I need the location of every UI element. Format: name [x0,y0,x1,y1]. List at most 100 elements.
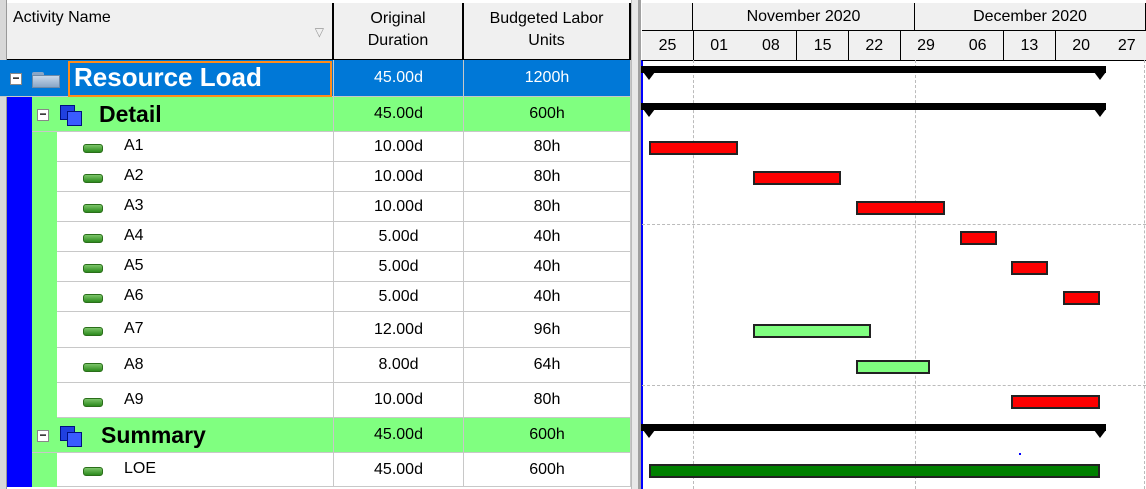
summary-finish-marker [1093,109,1106,117]
budgeted-labor-cell: 600h [464,453,631,487]
budgeted-labor-cell: 96h [464,312,631,348]
level-band [32,192,57,222]
collapse-toggle[interactable]: − [10,72,22,85]
level-band [32,222,57,252]
week-header: 01 [693,31,746,61]
budgeted-labor-cell: 80h [464,192,631,222]
activity-bar-a4[interactable] [959,231,997,245]
original-duration-cell: 45.00d [334,418,464,453]
summary-bar[interactable] [641,66,1106,73]
activity-name: Summary [101,421,206,448]
level-band [7,252,32,282]
level-band [32,162,57,192]
wbs-icon [60,425,82,447]
activity-name: A4 [124,227,144,244]
summary-start-marker [643,72,656,80]
task-icon [83,362,103,372]
original-duration-cell: 10.00d [334,383,464,418]
level-band [7,453,32,487]
table-row[interactable]: A1 10.00d 80h [0,132,631,162]
activity-bar-loe[interactable] [649,464,1100,478]
week-header: 22 [848,31,901,61]
table-row[interactable]: − Summary 45.00d 600h [0,418,631,453]
budgeted-labor-cell: 64h [464,348,631,383]
task-icon [83,467,103,476]
activity-name: LOE [124,460,157,477]
task-icon [83,397,103,407]
collapse-toggle[interactable]: − [37,429,49,442]
level-band [32,312,57,348]
table-row[interactable]: A6 5.00d 40h [0,282,631,312]
activity-name: A3 [124,197,144,214]
activity-bar-a8[interactable] [856,359,931,374]
task-icon [83,264,103,273]
original-duration-cell: 10.00d [334,132,464,162]
budgeted-labor-cell: 80h [464,162,631,192]
column-header-original-duration[interactable]: Original Duration [334,3,464,61]
original-duration-cell: 45.00d [334,453,464,487]
activity-bar-a7[interactable] [752,324,871,338]
month-header: December 2020 [915,3,1146,31]
original-duration-cell: 12.00d [334,312,464,348]
level-band [7,192,32,222]
level-band [32,132,57,162]
activity-bar-a2[interactable] [752,171,842,185]
level-band [7,383,32,418]
original-duration-cell: 10.00d [334,162,464,192]
level-band [7,222,32,252]
table-row[interactable]: A5 5.00d 40h [0,252,631,282]
level-band [32,282,57,312]
budgeted-labor-cell: 40h [464,222,631,252]
sort-filter-icon[interactable]: ▽ [315,25,324,39]
week-header: 06 [952,31,1005,61]
activity-bar-a6[interactable] [1062,291,1100,305]
table-row[interactable]: A9 10.00d 80h [0,383,631,418]
table-row[interactable]: A8 8.00d 64h [0,348,631,383]
budgeted-labor-cell: 1200h [464,60,631,97]
column-header-label: Activity Name [13,9,111,26]
task-icon [83,327,103,336]
summary-finish-marker [1093,430,1106,438]
activity-name: A1 [124,137,144,154]
activity-name: Resource Load [74,62,262,92]
month-header: November 2020 [693,3,915,31]
activity-bar-a1[interactable] [649,141,738,155]
level-band [32,252,57,282]
level-band [7,418,32,453]
collapse-toggle[interactable]: − [37,108,49,121]
table-row[interactable]: A4 5.00d 40h [0,222,631,252]
task-icon [83,234,103,243]
budgeted-labor-cell: 600h [464,97,631,132]
wbs-icon [60,104,82,126]
activity-name: A5 [124,257,144,274]
table-row[interactable]: A7 12.00d 96h [0,312,631,348]
table-row[interactable]: − Resource Load 45.00d 1200h [0,60,631,97]
original-duration-cell: 5.00d [334,282,464,312]
original-duration-cell: 5.00d [334,222,464,252]
gridline-horizontal [642,385,1146,386]
activity-name: A9 [124,390,144,408]
table-row[interactable]: A2 10.00d 80h [0,162,631,192]
budgeted-labor-cell: 600h [464,418,631,453]
table-row[interactable]: − Detail 45.00d 600h [0,97,631,132]
summary-finish-marker [1093,72,1106,80]
activity-name: A8 [124,355,144,373]
task-icon [83,144,103,153]
table-row[interactable]: LOE 45.00d 600h [0,453,631,487]
marker-dot [1019,453,1021,455]
activity-bar-a5[interactable] [1011,261,1049,275]
column-header-budgeted-labor-units[interactable]: Budgeted Labor Units [464,3,631,61]
summary-bar[interactable] [641,103,1106,110]
activity-bar-a3[interactable] [856,201,945,215]
task-icon [83,204,103,213]
activity-bar-a9[interactable] [1011,394,1100,409]
activity-name: A7 [124,320,144,337]
column-header-activity-name[interactable]: Activity Name ▽ [7,3,334,61]
level-band [7,162,32,192]
folder-icon [32,72,62,88]
table-row[interactable]: A3 10.00d 80h [0,192,631,222]
summary-start-marker [643,109,656,117]
level-band [7,132,32,162]
week-header: 13 [1003,31,1056,61]
summary-bar[interactable] [641,424,1106,431]
